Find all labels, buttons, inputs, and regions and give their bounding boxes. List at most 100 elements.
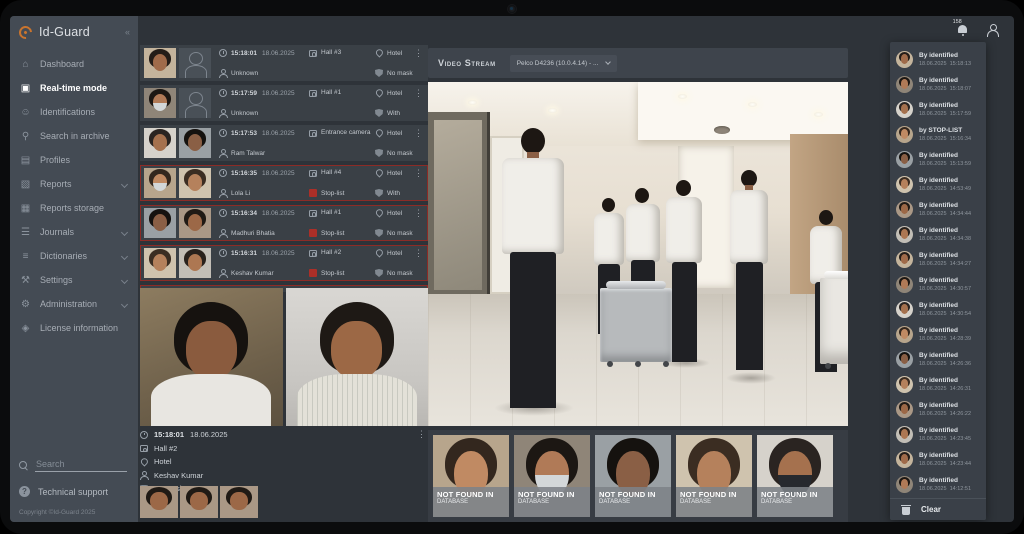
notification-item[interactable]: By identified 18.06.2025 14:23:45 bbox=[890, 422, 986, 447]
event-mask-status: With bbox=[387, 190, 400, 197]
sidebar-item[interactable]: ▣ Real-time mode bbox=[10, 76, 138, 100]
event-location: Hotel bbox=[387, 210, 402, 217]
notification-item[interactable]: By identified 18.06.2025 15:17:59 bbox=[890, 97, 986, 122]
sidebar-item-label: Identifications bbox=[40, 107, 129, 117]
frame-thumbnail[interactable] bbox=[140, 486, 178, 518]
mask-shield-icon bbox=[375, 149, 383, 157]
notification-date: 18.06.2025 bbox=[919, 161, 947, 167]
notification-item[interactable]: By identified 18.06.2025 14:12:51 bbox=[890, 472, 986, 497]
notification-datetime: 18.06.2025 15:17:59 bbox=[919, 111, 971, 117]
sidebar-item[interactable]: ⌂ Dashboard bbox=[10, 52, 138, 76]
notification-label: By identified bbox=[919, 252, 971, 259]
notification-item[interactable]: By identified 18.06.2025 15:18:13 bbox=[890, 47, 986, 72]
event-row[interactable]: 15:18:01 18.06.2025 Unknown Hall #3 Hote… bbox=[140, 45, 428, 81]
notification-item[interactable]: By identified 18.06.2025 14:34:27 bbox=[890, 247, 986, 272]
event-row[interactable]: 15:17:53 18.06.2025 Ram Talwar Entrance … bbox=[140, 125, 428, 161]
event-menu-button[interactable]: ⋮ bbox=[414, 209, 423, 217]
notification-item[interactable]: By identified 18.06.2025 14:26:22 bbox=[890, 397, 986, 422]
copyright: Copyright ©Id-Guard 2025 bbox=[19, 509, 129, 516]
not-found-card[interactable]: NOT FOUND IN DATABASE bbox=[433, 435, 509, 517]
notification-date: 18.06.2025 bbox=[919, 286, 947, 292]
notification-time: 15:18:07 bbox=[950, 86, 971, 92]
notification-label: By identified bbox=[919, 452, 971, 459]
event-location: Hotel bbox=[387, 130, 402, 137]
clock-icon bbox=[219, 49, 227, 57]
event-camera: Entrance camera bbox=[321, 129, 371, 136]
detected-face-thumbnail bbox=[144, 208, 176, 238]
sidebar-item-label: Settings bbox=[40, 275, 114, 285]
notification-item[interactable]: by STOP-LIST 18.06.2025 15:16:34 bbox=[890, 122, 986, 147]
notification-item[interactable]: By identified 18.06.2025 14:30:57 bbox=[890, 272, 986, 297]
clear-notifications-button[interactable]: Clear bbox=[890, 498, 986, 520]
sidebar: Id-Guard « ⌂ Dashboard ▣ Real-time mode … bbox=[10, 16, 138, 522]
event-menu-button[interactable]: ⋮ bbox=[414, 129, 423, 137]
user-account-icon[interactable] bbox=[986, 24, 998, 36]
notification-datetime: 18.06.2025 14:34:38 bbox=[919, 236, 971, 242]
avatar bbox=[896, 376, 913, 393]
event-time: 15:16:35 bbox=[231, 170, 257, 177]
event-row[interactable]: 15:16:34 18.06.2025 Madhuri Bhatia Hall … bbox=[140, 205, 428, 241]
not-found-card[interactable]: NOT FOUND IN DATABASE bbox=[595, 435, 671, 517]
notification-item[interactable]: By identified 18.06.2025 14:26:31 bbox=[890, 372, 986, 397]
notification-date: 18.06.2025 bbox=[919, 86, 947, 92]
notification-item[interactable]: By identified 18.06.2025 14:26:36 bbox=[890, 347, 986, 372]
event-menu-button[interactable]: ⋮ bbox=[414, 89, 423, 97]
event-menu-button[interactable]: ⋮ bbox=[414, 249, 423, 257]
camera-select[interactable]: Pelco D4236 (10.0.4.14) - ... bbox=[510, 55, 618, 72]
notification-item[interactable]: By identified 18.06.2025 15:13:59 bbox=[890, 147, 986, 172]
sidebar-collapse-icon[interactable]: « bbox=[125, 27, 130, 37]
event-name: Keshav Kumar bbox=[231, 270, 274, 277]
notification-date: 18.06.2025 bbox=[919, 336, 947, 342]
sidebar-item[interactable]: ☰ Journals bbox=[10, 220, 138, 244]
notification-item[interactable]: By identified 18.06.2025 14:34:44 bbox=[890, 197, 986, 222]
not-found-strip: NOT FOUND IN DATABASE NOT FOUND IN DATAB… bbox=[428, 430, 848, 522]
notification-item[interactable]: By identified 18.06.2025 14:30:54 bbox=[890, 297, 986, 322]
search-input[interactable] bbox=[35, 457, 127, 472]
notification-time: 14:26:36 bbox=[950, 361, 971, 367]
avatar bbox=[896, 126, 913, 143]
sidebar-item[interactable]: ▦ Reports storage bbox=[10, 196, 138, 220]
event-mask-status: No mask bbox=[387, 270, 413, 277]
clock-icon bbox=[219, 249, 227, 257]
sidebar-item[interactable]: ⚙ Administration bbox=[10, 292, 138, 316]
event-menu-button[interactable]: ⋮ bbox=[414, 169, 423, 177]
frame-thumbnail[interactable] bbox=[220, 486, 258, 518]
event-mask-status: No mask bbox=[387, 150, 413, 157]
not-found-card[interactable]: NOT FOUND IN DATABASE bbox=[676, 435, 752, 517]
not-found-card[interactable]: NOT FOUND IN DATABASE bbox=[757, 435, 833, 517]
event-location: Hotel bbox=[387, 50, 402, 57]
event-row[interactable]: 15:17:59 18.06.2025 Unknown Hall #1 Hote… bbox=[140, 85, 428, 121]
sidebar-item-icon: ▧ bbox=[19, 179, 32, 190]
notification-item[interactable]: By identified 18.06.2025 14:23:44 bbox=[890, 447, 986, 472]
notification-datetime: 18.06.2025 14:28:39 bbox=[919, 336, 971, 342]
detected-face-thumbnail bbox=[144, 168, 176, 198]
bell-icon[interactable] bbox=[957, 25, 968, 35]
notification-item[interactable]: By identified 18.06.2025 14:53:49 bbox=[890, 172, 986, 197]
app-title: Id-Guard bbox=[39, 25, 118, 39]
sidebar-item[interactable]: ☺ Identifications bbox=[10, 100, 138, 124]
not-found-label-line2: DATABASE bbox=[599, 499, 667, 505]
notification-item[interactable]: By identified 18.06.2025 14:34:38 bbox=[890, 222, 986, 247]
notification-item[interactable]: By identified 18.06.2025 15:18:07 bbox=[890, 72, 986, 97]
sidebar-item[interactable]: ▤ Profiles bbox=[10, 148, 138, 172]
sidebar-item[interactable]: ≡ Dictionaries bbox=[10, 244, 138, 268]
sidebar-item[interactable]: ⚒ Settings bbox=[10, 268, 138, 292]
notification-item[interactable]: By identified 18.06.2025 14:28:39 bbox=[890, 322, 986, 347]
not-found-label-line2: DATABASE bbox=[680, 499, 748, 505]
sidebar-item[interactable]: ◈ License information bbox=[10, 316, 138, 340]
avatar bbox=[896, 451, 913, 468]
sidebar-item[interactable]: ⚲ Search in archive bbox=[10, 124, 138, 148]
technical-support-link[interactable]: ? Technical support bbox=[19, 486, 129, 497]
not-found-card[interactable]: NOT FOUND IN DATABASE bbox=[514, 435, 590, 517]
detail-menu-button[interactable]: ⋮ bbox=[417, 430, 426, 438]
sidebar-item-label: Dashboard bbox=[40, 59, 129, 69]
notification-datetime: 18.06.2025 14:53:49 bbox=[919, 186, 971, 192]
event-location: Hotel bbox=[387, 250, 402, 257]
event-row[interactable]: 15:16:35 18.06.2025 Lola Li Hall #4 Stop… bbox=[140, 165, 428, 201]
frame-thumbnail[interactable] bbox=[180, 486, 218, 518]
event-row[interactable]: 15:16:31 18.06.2025 Keshav Kumar Hall #2… bbox=[140, 245, 428, 281]
sidebar-item[interactable]: ▧ Reports bbox=[10, 172, 138, 196]
notification-label: By identified bbox=[919, 277, 971, 284]
event-menu-button[interactable]: ⋮ bbox=[414, 49, 423, 57]
event-location: Hotel bbox=[387, 170, 402, 177]
